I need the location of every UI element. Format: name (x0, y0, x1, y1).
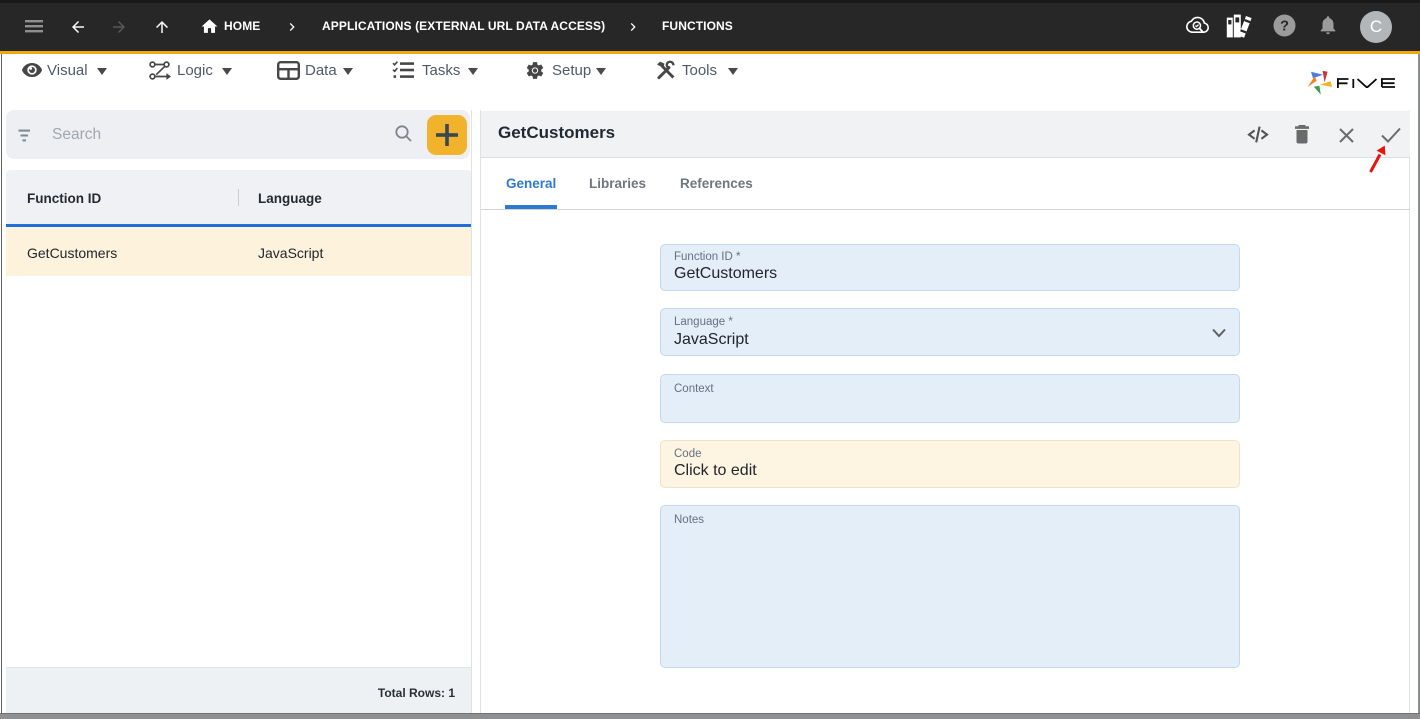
svg-text:?: ? (1280, 19, 1289, 35)
